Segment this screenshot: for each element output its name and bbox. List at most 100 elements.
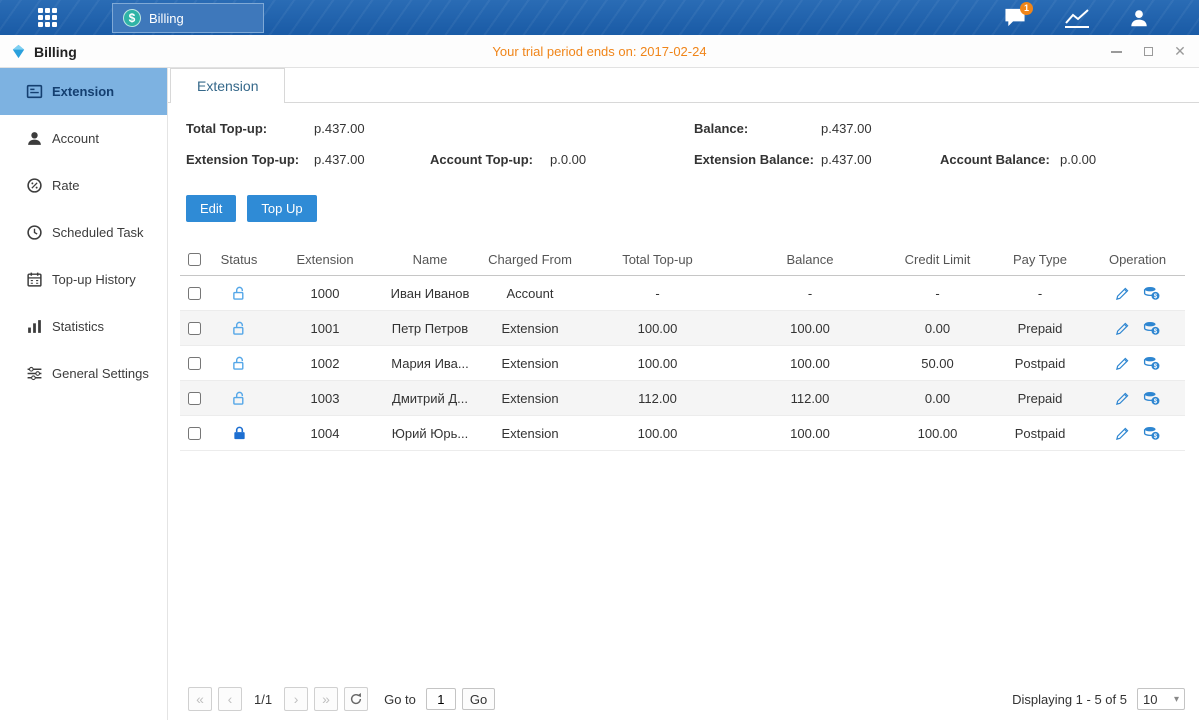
- main-content: Extension Total Top-up: p.437.00 Balance…: [168, 68, 1199, 720]
- first-page-button[interactable]: «: [188, 687, 212, 711]
- sidebar: Extension Account Rate Scheduled Task: [0, 68, 168, 720]
- cell-credit-limit: -: [885, 286, 990, 301]
- cell-charged-from: Account: [480, 286, 580, 301]
- cell-credit-limit: 100.00: [885, 426, 990, 441]
- page-size-select[interactable]: 10 ▾: [1137, 688, 1185, 710]
- row-checkbox[interactable]: [188, 287, 201, 300]
- row-checkbox[interactable]: [188, 427, 201, 440]
- table-header: Status Extension Name Charged From Total…: [180, 244, 1185, 276]
- sidebar-item-account[interactable]: Account: [0, 115, 167, 162]
- goto-page-input[interactable]: [426, 688, 456, 710]
- trial-notice: Your trial period ends on: 2017-02-24: [0, 35, 1199, 68]
- cell-balance: 112.00: [735, 391, 885, 406]
- cell-total-topup: 100.00: [580, 321, 735, 336]
- edit-row-icon[interactable]: [1115, 321, 1130, 336]
- status-cell: [208, 390, 270, 406]
- topup-row-icon[interactable]: $: [1143, 320, 1160, 336]
- cell-credit-limit: 0.00: [885, 321, 990, 336]
- sidebar-item-extension[interactable]: Extension: [0, 68, 167, 115]
- lock-open-icon: [232, 285, 247, 301]
- header-operation: Operation: [1090, 252, 1185, 267]
- cell-total-topup: 100.00: [580, 356, 735, 371]
- topup-row-icon[interactable]: $: [1143, 425, 1160, 441]
- edit-row-icon[interactable]: [1115, 391, 1130, 406]
- status-cell: [208, 285, 270, 301]
- status-cell: [208, 355, 270, 371]
- tab-extension[interactable]: Extension: [170, 68, 285, 103]
- cell-extension: 1000: [270, 286, 380, 301]
- sidebar-item-label: Scheduled Task: [52, 225, 144, 240]
- edit-row-icon[interactable]: [1115, 286, 1130, 301]
- person-icon: [26, 130, 43, 147]
- extension-topup-label: Extension Top-up:: [186, 152, 314, 167]
- sidebar-item-general-settings[interactable]: General Settings: [0, 350, 167, 397]
- page-indicator: 1/1: [254, 692, 272, 707]
- svg-text:$: $: [1154, 328, 1158, 335]
- balance-value: p.437.00: [821, 121, 940, 136]
- cell-name: Юрий Юрь...: [380, 426, 480, 441]
- go-button[interactable]: Go: [462, 688, 495, 710]
- cell-credit-limit: 50.00: [885, 356, 990, 371]
- last-page-button[interactable]: »: [314, 687, 338, 711]
- total-topup-label: Total Top-up:: [186, 121, 314, 136]
- cell-extension: 1002: [270, 356, 380, 371]
- prev-page-button[interactable]: ‹: [218, 687, 242, 711]
- next-page-button[interactable]: ›: [284, 687, 308, 711]
- notification-badge: 1: [1020, 2, 1033, 15]
- cell-charged-from: Extension: [480, 321, 580, 336]
- clock-icon: [26, 224, 43, 241]
- refresh-icon: [349, 692, 363, 706]
- topup-row-icon[interactable]: $: [1143, 355, 1160, 371]
- close-button[interactable]: ✕: [1173, 45, 1187, 59]
- sidebar-item-label: General Settings: [52, 366, 149, 381]
- select-all-checkbox[interactable]: [188, 253, 201, 266]
- row-checkbox[interactable]: [188, 357, 201, 370]
- header-status: Status: [208, 252, 270, 267]
- svg-text:$: $: [1154, 398, 1158, 405]
- cell-credit-limit: 0.00: [885, 391, 990, 406]
- edit-button[interactable]: Edit: [186, 195, 236, 222]
- sidebar-item-statistics[interactable]: Statistics: [0, 303, 167, 350]
- refresh-button[interactable]: [344, 687, 368, 711]
- sidebar-item-rate[interactable]: Rate: [0, 162, 167, 209]
- edit-row-icon[interactable]: [1115, 426, 1130, 441]
- billing-summary: Total Top-up: p.437.00 Balance: p.437.00…: [186, 113, 1199, 175]
- extension-balance-label: Extension Balance:: [694, 152, 821, 167]
- percent-circle-icon: [26, 177, 43, 194]
- cell-pay-type: -: [990, 286, 1090, 301]
- sidebar-item-label: Account: [52, 131, 99, 146]
- account-topup-label: Account Top-up:: [430, 152, 550, 167]
- sidebar-item-label: Top-up History: [52, 272, 136, 287]
- cell-name: Петр Петров: [380, 321, 480, 336]
- cell-pay-type: Prepaid: [990, 321, 1090, 336]
- row-checkbox[interactable]: [188, 322, 201, 335]
- topbar-tab-billing[interactable]: $ Billing: [112, 3, 264, 33]
- sidebar-item-topup-history[interactable]: Top-up History: [0, 256, 167, 303]
- apps-grid-icon[interactable]: [38, 8, 57, 27]
- chat-icon[interactable]: 1: [1001, 6, 1029, 30]
- topup-row-icon[interactable]: $: [1143, 285, 1160, 301]
- lock-open-icon: [232, 320, 247, 336]
- top-up-button[interactable]: Top Up: [247, 195, 316, 222]
- minimize-button[interactable]: [1109, 45, 1123, 59]
- sidebar-item-scheduled-task[interactable]: Scheduled Task: [0, 209, 167, 256]
- chart-icon[interactable]: [1063, 6, 1091, 30]
- topbar-tab-label: Billing: [149, 11, 184, 26]
- header-balance: Balance: [735, 252, 885, 267]
- goto-label: Go to: [384, 692, 416, 707]
- row-checkbox[interactable]: [188, 392, 201, 405]
- cell-pay-type: Prepaid: [990, 391, 1090, 406]
- account-balance-label: Account Balance:: [940, 152, 1060, 167]
- maximize-button[interactable]: [1141, 45, 1155, 59]
- cell-total-topup: 112.00: [580, 391, 735, 406]
- cell-name: Дмитрий Д...: [380, 391, 480, 406]
- edit-row-icon[interactable]: [1115, 356, 1130, 371]
- topup-row-icon[interactable]: $: [1143, 390, 1160, 406]
- header-extension: Extension: [270, 252, 380, 267]
- page-size-value: 10: [1143, 692, 1157, 707]
- dollar-coin-icon: $: [123, 9, 141, 27]
- status-cell: [208, 425, 270, 441]
- sidebar-item-label: Extension: [52, 84, 114, 99]
- balance-label: Balance:: [694, 121, 821, 136]
- user-icon[interactable]: [1125, 6, 1153, 30]
